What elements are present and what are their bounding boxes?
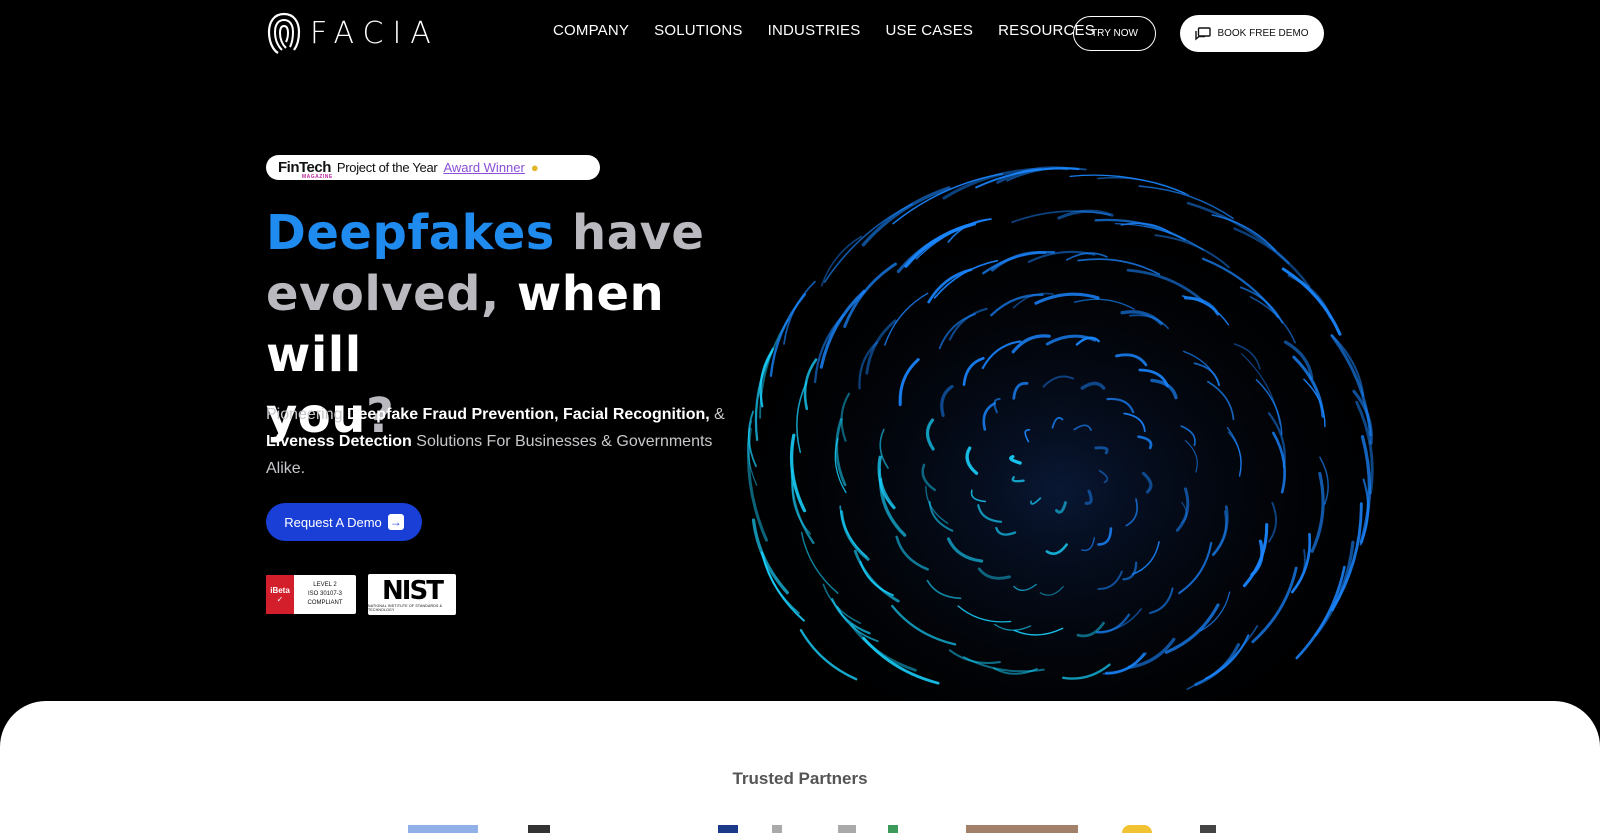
site-header: FACIA COMPANY SOLUTIONS INDUSTRIES USE C… xyxy=(0,0,1600,66)
trusted-partners-section: Trusted Partners xyxy=(0,701,1600,833)
request-demo-label: Request A Demo xyxy=(284,514,382,530)
partner-logo xyxy=(1122,825,1152,833)
partner-logo xyxy=(772,825,782,833)
subtext-bold: Liveness Detection xyxy=(266,433,412,450)
chat-icon xyxy=(1195,26,1212,40)
partner-logo xyxy=(718,825,738,833)
award-text: Project of the Year xyxy=(336,160,438,175)
nav-industries[interactable]: INDUSTRIES xyxy=(768,22,861,39)
main-nav: COMPANY SOLUTIONS INDUSTRIES USE CASES R… xyxy=(553,22,1120,39)
ibeta-logo: iBeta ✓ xyxy=(266,575,294,614)
partners-title: Trusted Partners xyxy=(732,769,868,788)
fintech-magazine-logo: FinTech MAGAZINE xyxy=(278,159,332,180)
ibeta-details: LEVEL 2 ISO 30107-3 COMPLIANT xyxy=(294,575,356,614)
ibeta-brand: iBeta xyxy=(270,585,290,595)
hero-subtext: Pioneering Deepfake Fraud Prevention, Fa… xyxy=(266,401,726,482)
request-demo-button[interactable]: Request A Demo → xyxy=(266,503,422,541)
subtext-part: & xyxy=(709,406,725,423)
ibeta-certification-badge: iBeta ✓ LEVEL 2 ISO 30107-3 COMPLIANT xyxy=(266,575,356,614)
subtext-bold: Deepfake Fraud Prevention, Facial Recogn… xyxy=(346,406,710,423)
book-demo-button[interactable]: BOOK FREE DEMO xyxy=(1180,15,1324,52)
award-badge: FinTech MAGAZINE Project of the Year Awa… xyxy=(266,155,600,180)
medal-icon: ● xyxy=(530,160,539,175)
fintech-logo-sub: MAGAZINE xyxy=(302,174,333,180)
ibeta-compliant: COMPLIANT xyxy=(307,600,343,606)
try-now-button[interactable]: TRY NOW xyxy=(1073,16,1156,51)
partner-logo xyxy=(888,825,898,833)
partner-logo xyxy=(408,825,478,833)
deepfake-swirl-graphic xyxy=(700,160,1420,700)
award-winner-link[interactable]: Award Winner xyxy=(443,160,524,175)
book-demo-label: BOOK FREE DEMO xyxy=(1217,28,1309,39)
nist-subtitle: NATIONAL INSTITUTE OF STANDARDS & TECHNO… xyxy=(368,603,443,612)
partner-logos-row xyxy=(400,825,1220,833)
partner-logo xyxy=(966,825,1078,833)
nist-certification-badge: NIST NATIONAL INSTITUTE OF STANDARDS & T… xyxy=(368,574,456,615)
nav-use-cases[interactable]: USE CASES xyxy=(885,22,973,39)
partner-logo xyxy=(528,825,550,833)
headline-deepfakes: Deepfakes xyxy=(266,205,555,261)
arrow-right-icon: → xyxy=(387,514,404,530)
nav-solutions[interactable]: SOLUTIONS xyxy=(654,22,742,39)
facia-logo[interactable]: FACIA xyxy=(266,10,440,56)
nist-logo: NIST xyxy=(382,575,444,606)
partner-logo xyxy=(1200,825,1216,833)
logo-wordmark: FACIA xyxy=(310,15,440,51)
nav-company[interactable]: COMPANY xyxy=(553,22,629,39)
headline-have: have xyxy=(554,205,705,261)
ibeta-level: LEVEL 2 xyxy=(313,582,337,588)
headline-evolved: evolved, xyxy=(266,266,500,322)
check-icon: ✓ xyxy=(276,594,284,604)
ibeta-iso: ISO 30107-3 xyxy=(307,591,343,597)
fingerprint-icon xyxy=(267,12,301,54)
partner-logo xyxy=(838,825,856,833)
subtext-part: Pioneering xyxy=(266,406,347,423)
